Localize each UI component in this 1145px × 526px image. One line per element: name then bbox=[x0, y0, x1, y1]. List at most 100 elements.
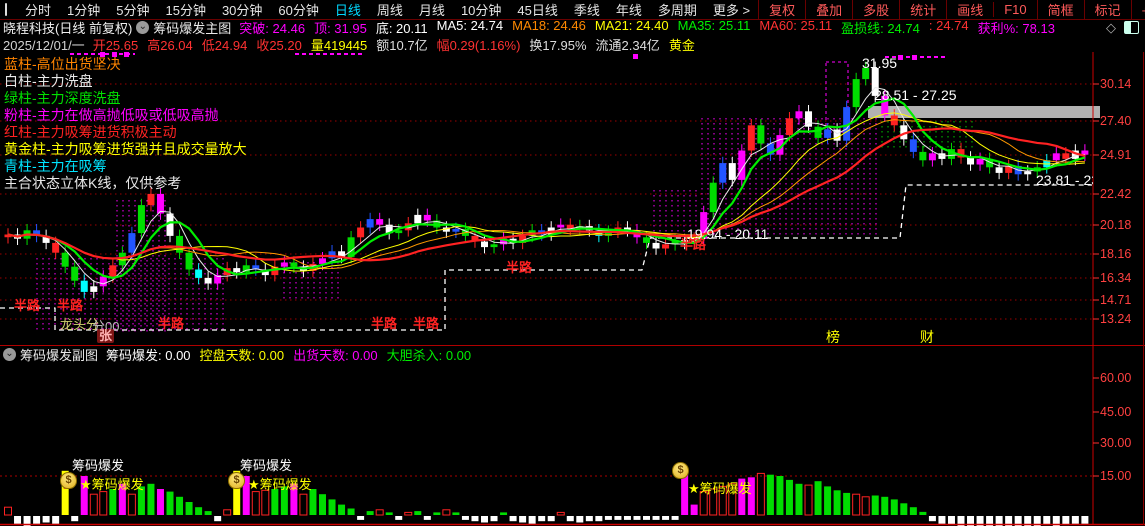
price-field-5: 额10.7亿 bbox=[376, 35, 427, 54]
main-axis-label-1: 27.40 bbox=[1100, 114, 1131, 128]
toolbar-button-1[interactable]: 叠加 bbox=[805, 0, 852, 19]
money-bag-icon: $ bbox=[228, 472, 245, 489]
legend-line-3: 粉柱-主力在做高抛低吸或低吸高抛 bbox=[4, 107, 247, 124]
chart-annotation: 23.81 - 23 bbox=[1036, 173, 1093, 187]
chart-annotation: 半路 bbox=[680, 238, 706, 252]
window-icon[interactable] bbox=[5, 3, 7, 16]
period-tab-9[interactable]: 10分钟 bbox=[453, 0, 509, 19]
period-tab-5[interactable]: 60分钟 bbox=[270, 0, 326, 19]
sub-field-0: 筹码爆发: 0.00 bbox=[106, 345, 191, 364]
toolbar-button-2[interactable]: 多股 bbox=[852, 0, 899, 19]
main-axis-label-0: 30.14 bbox=[1100, 77, 1131, 91]
sub-field-1: 控盘天数: 0.00 bbox=[200, 345, 285, 364]
indicator-field-7: MA60: 25.11 bbox=[759, 18, 832, 37]
period-tab-4[interactable]: 30分钟 bbox=[214, 0, 270, 19]
toolbar-button-4[interactable]: 画线 bbox=[946, 0, 993, 19]
period-tab-3[interactable]: 15分钟 bbox=[157, 0, 213, 19]
toolbar-button-7[interactable]: 标记 bbox=[1084, 0, 1131, 19]
main-axis-label-4: 20.18 bbox=[1100, 218, 1131, 232]
chart-annotation: 半路 bbox=[506, 261, 532, 275]
chart-annotation: 财 bbox=[920, 330, 934, 344]
period-tab-14[interactable]: 更多 > bbox=[705, 0, 758, 19]
toolbar-actions: 复权叠加多股统计画线F10简框标记+自选返回 bbox=[758, 0, 1145, 19]
legend-line-4: 红柱-主力吸筹进货积极主动 bbox=[4, 124, 247, 141]
chart-annotation: 榜 bbox=[826, 330, 840, 344]
price-field-1: 高26.04 bbox=[147, 35, 193, 54]
price-field-7: 换17.95% bbox=[529, 35, 586, 54]
sub-field-3: 大胆杀入: 0.00 bbox=[387, 345, 472, 364]
indicator-field-9: : 24.74 bbox=[929, 18, 969, 37]
title-icons: ◇ bbox=[1106, 20, 1139, 36]
period-tab-11[interactable]: 季线 bbox=[566, 0, 608, 19]
legend-line-0: 蓝柱-高位出货坚决 bbox=[4, 56, 247, 73]
sub-indicator-name[interactable]: 筹码爆发副图 bbox=[20, 345, 98, 364]
price-field-9: 黄金 bbox=[669, 35, 695, 54]
legend-line-5: 黄金柱-主力吸筹进货强并且成交量放大 bbox=[4, 141, 247, 158]
chart-annotation: ★筹码爆发 bbox=[688, 482, 752, 496]
period-tab-0[interactable]: 分时 bbox=[17, 0, 59, 19]
money-bag-icon: $ bbox=[672, 462, 689, 479]
legend-line-1: 白柱-主力洗盘 bbox=[4, 73, 247, 90]
sub-indicator-bar: ⌄ 筹码爆发副图 筹码爆发: 0.00 控盘天数: 0.00 出货天数: 0.00 大… bbox=[0, 347, 1145, 362]
sub-chart-pane[interactable] bbox=[0, 362, 1093, 525]
period-tab-1[interactable]: 1分钟 bbox=[59, 0, 108, 19]
main-axis-label-8: 13.24 bbox=[1100, 312, 1131, 326]
date-label: 2025/12/01/一 bbox=[3, 35, 85, 54]
main-axis-label-3: 22.42 bbox=[1100, 187, 1131, 201]
main-axis-label-2: 24.91 bbox=[1100, 148, 1131, 162]
legend-line-2: 绿柱-主力深度洗盘 bbox=[4, 90, 247, 107]
period-tab-2[interactable]: 5分钟 bbox=[108, 0, 157, 19]
toolbar: 分时1分钟5分钟15分钟30分钟60分钟日线周线月线10分钟45日线季线年线多周… bbox=[0, 0, 1145, 20]
chart-annotation: 半路 bbox=[413, 317, 439, 331]
main-axis-label-7: 14.71 bbox=[1100, 293, 1131, 307]
chart-annotation: 28.51 - 27.25 bbox=[874, 88, 957, 102]
toolbar-button-6[interactable]: 简框 bbox=[1037, 0, 1084, 19]
toolbar-button-0[interactable]: 复权 bbox=[758, 0, 805, 19]
legend-line-7: 主合状态立体K线，仅供参考 bbox=[4, 175, 247, 192]
toolbar-button-8[interactable]: +自选 bbox=[1131, 0, 1145, 19]
chart-annotation: 筹码爆发 bbox=[72, 459, 124, 473]
sub-field-2: 出货天数: 0.00 bbox=[293, 345, 378, 364]
chevron-down-icon[interactable]: ⌄ bbox=[3, 348, 16, 361]
period-tab-12[interactable]: 年线 bbox=[608, 0, 650, 19]
chart-annotation: 半路 bbox=[158, 317, 184, 331]
price-field-4: 量419445 bbox=[311, 35, 367, 54]
sub-axis-label-3: 15.00 bbox=[1100, 469, 1131, 483]
chart-annotation: 张 bbox=[97, 329, 114, 343]
panel-layout-icon[interactable] bbox=[1124, 21, 1139, 34]
sub-axis-label-0: 60.00 bbox=[1100, 371, 1131, 385]
main-axis-label-5: 18.16 bbox=[1100, 247, 1131, 261]
app-window: 分时1分钟5分钟15分钟30分钟60分钟日线周线月线10分钟45日线季线年线多周… bbox=[0, 0, 1145, 526]
period-tab-8[interactable]: 月线 bbox=[411, 0, 453, 19]
chart-annotation: 筹码爆发 bbox=[240, 459, 292, 473]
period-tab-7[interactable]: 周线 bbox=[369, 0, 411, 19]
indicator-field-10: 获利%: 78.13 bbox=[978, 18, 1055, 37]
chevron-down-icon[interactable]: ⌄ bbox=[136, 21, 149, 34]
price-field-3: 收25.20 bbox=[256, 35, 302, 54]
sub-axis-label-2: 30.00 bbox=[1100, 436, 1131, 450]
sub-axis-label-1: 45.00 bbox=[1100, 405, 1131, 419]
chart-annotation: 半路 bbox=[371, 317, 397, 331]
main-axis-label-6: 16.34 bbox=[1100, 271, 1131, 285]
period-tabs: 分时1分钟5分钟15分钟30分钟60分钟日线周线月线10分钟45日线季线年线多周… bbox=[17, 0, 758, 19]
period-tab-13[interactable]: 多周期 bbox=[650, 0, 705, 19]
money-bag-icon: $ bbox=[60, 472, 77, 489]
period-tab-10[interactable]: 45日线 bbox=[509, 0, 565, 19]
chart-annotation: ★筹码爆发 bbox=[80, 478, 144, 492]
chart-annotation: 31.95 bbox=[862, 56, 897, 70]
title-bar: 晓程科技(日线 前复权) ⌄ 筹码爆发主图 突破: 24.46顶: 31.95底… bbox=[0, 19, 1145, 36]
indicator-field-8: 盈损线: 24.74 bbox=[841, 18, 920, 37]
price-field-2: 低24.94 bbox=[202, 35, 248, 54]
price-field-8: 流通2.34亿 bbox=[596, 35, 660, 54]
price-field-0: 开25.65 bbox=[93, 35, 139, 54]
price-field-6: 幅0.29(1.16%) bbox=[437, 35, 521, 54]
sub-indicator-values: 筹码爆发: 0.00 控盘天数: 0.00 出货天数: 0.00 大胆杀入: 0.00 bbox=[106, 345, 480, 364]
diamond-icon[interactable]: ◇ bbox=[1106, 20, 1116, 36]
toolbar-button-5[interactable]: F10 bbox=[993, 2, 1036, 17]
toolbar-button-3[interactable]: 统计 bbox=[899, 0, 946, 19]
price-bar: 2025/12/01/一 开25.65 高26.04 低24.94 收25.20 量41… bbox=[0, 36, 1145, 52]
chart-annotation: ★筹码爆发 bbox=[248, 478, 312, 492]
period-tab-6[interactable]: 日线 bbox=[327, 0, 369, 19]
chart-annotation: 半路 bbox=[14, 299, 40, 313]
price-values: 开25.65 高26.04 低24.94 收25.20 量419445 额10.7亿幅0.… bbox=[93, 35, 695, 54]
